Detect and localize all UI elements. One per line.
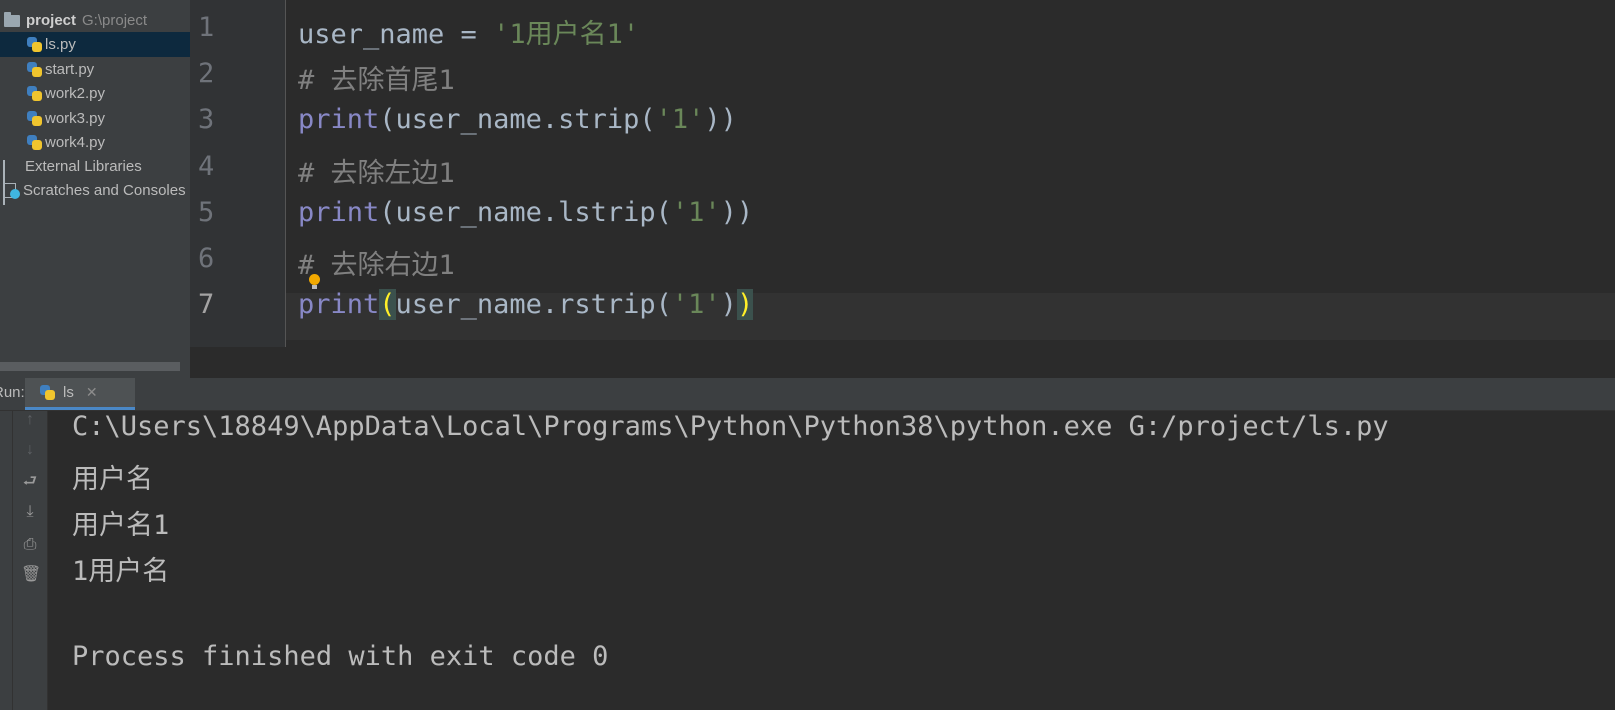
console-line: C:\Users\18849\AppData\Local\Programs\Py…: [72, 411, 1389, 442]
code-token: print: [298, 196, 380, 228]
run-tab-label: ls: [63, 384, 74, 401]
line-number: 7: [198, 289, 215, 321]
code-token: '1': [671, 196, 721, 228]
code-token: (: [379, 289, 396, 321]
tree-label: Scratches and Consoles: [23, 182, 186, 199]
trash-icon[interactable]: 🗑: [21, 566, 41, 584]
console-line: Process finished with exit code 0: [72, 641, 609, 672]
line-number: 1: [198, 12, 215, 43]
tree-item-external-libraries[interactable]: External Libraries: [0, 154, 190, 205]
console-line: 1用户名: [72, 556, 170, 587]
python-file-icon: [27, 37, 42, 52]
arrow-up-icon[interactable]: ↑: [21, 411, 39, 429]
run-toolbar: ↑ ↓ ⮐ ⤓ ⎙ 🗑: [13, 411, 48, 710]
code-token: (user_name.lstrip(: [379, 196, 672, 228]
project-tool-window: project G:\project ls.py start.py work2.py…: [0, 0, 190, 378]
line-number: 2: [198, 58, 215, 90]
run-tab-ls[interactable]: ls ✕: [25, 378, 135, 410]
code-token: print: [298, 104, 380, 136]
console-line: 用户名: [72, 464, 153, 495]
file-name: start.py: [45, 60, 95, 78]
tree-root-project[interactable]: project G:\project: [0, 8, 190, 33]
soft-wrap-icon[interactable]: ⮐: [21, 473, 39, 491]
code-line[interactable]: print(user_name.strip('1')): [298, 104, 737, 135]
console-line: 用户名1: [72, 510, 170, 541]
code-line[interactable]: # 去除首尾1: [298, 58, 455, 97]
code-token: user_name =: [298, 19, 494, 50]
code-token: )): [720, 196, 754, 228]
code-editor[interactable]: user_name = '1用户名1' # 去除首尾1 print(user_nam…: [286, 0, 1615, 347]
code-token: ): [736, 289, 754, 321]
code-token: user_name.rstrip(: [395, 289, 672, 321]
tree-item-file[interactable]: work4.py: [0, 130, 190, 155]
code-token: '1用户名1': [493, 19, 640, 50]
tree-item-file[interactable]: ls.py: [0, 32, 190, 57]
file-name: work3.py: [45, 109, 106, 127]
code-token: # 去除首尾1: [298, 65, 455, 97]
run-left-strip: [0, 411, 13, 710]
line-number: 5: [198, 196, 215, 228]
scratches-icon: [3, 182, 21, 200]
code-line[interactable]: # 去除右边1: [298, 243, 455, 282]
code-token: print: [298, 289, 380, 321]
run-label: Run:: [0, 384, 25, 401]
python-file-icon: [27, 86, 42, 101]
line-number: 3: [198, 104, 215, 136]
tree-item-file[interactable]: work2.py: [0, 81, 190, 106]
file-name: work4.py: [45, 134, 106, 151]
tree-item-scratches[interactable]: Scratches and Consoles: [0, 178, 190, 203]
python-file-icon: [27, 110, 42, 126]
code-token: )): [704, 104, 737, 136]
tree-item-file[interactable]: start.py: [0, 57, 190, 82]
file-name: work2.py: [45, 85, 106, 102]
print-icon[interactable]: ⎙: [21, 536, 39, 554]
code-token: (user_name.strip(: [379, 104, 656, 136]
code-token: # 去除左边1: [298, 157, 455, 189]
python-file-icon: [40, 385, 55, 400]
code-line[interactable]: print(user_name.rstrip('1')): [298, 289, 754, 321]
code-line[interactable]: print(user_name.lstrip('1')): [298, 197, 753, 228]
file-name: ls.py: [45, 36, 76, 53]
code-token: '1': [655, 104, 705, 136]
folder-icon: [4, 11, 20, 27]
run-tool-window-header: Run: ls ✕: [0, 378, 1615, 411]
lightbulb-icon[interactable]: [308, 274, 321, 289]
tree-item-file[interactable]: work3.py: [0, 106, 190, 131]
run-console-output[interactable]: C:\Users\18849\AppData\Local\Programs\Py…: [48, 411, 1615, 710]
close-icon[interactable]: ✕: [86, 384, 98, 401]
library-icon: [3, 159, 21, 205]
python-file-icon: [27, 61, 42, 77]
line-number: 4: [198, 150, 215, 182]
line-number: 6: [198, 243, 215, 274]
line-number-gutter: 1 2 3 4 5 6 7: [190, 0, 286, 347]
project-name: project: [26, 12, 77, 29]
tree-label: External Libraries: [25, 158, 142, 175]
code-token: # 去除右边1: [298, 250, 455, 281]
code-line[interactable]: user_name = '1用户名1': [298, 12, 639, 51]
code-line[interactable]: # 去除左边1: [298, 151, 455, 190]
python-file-icon: [27, 135, 42, 150]
scroll-to-end-icon[interactable]: ⤓: [21, 503, 39, 521]
project-path: G:\project: [82, 12, 148, 29]
horizontal-scrollbar[interactable]: [0, 362, 180, 371]
code-token: ): [720, 289, 737, 321]
arrow-down-icon[interactable]: ↓: [21, 441, 39, 459]
code-token: '1': [671, 289, 721, 321]
